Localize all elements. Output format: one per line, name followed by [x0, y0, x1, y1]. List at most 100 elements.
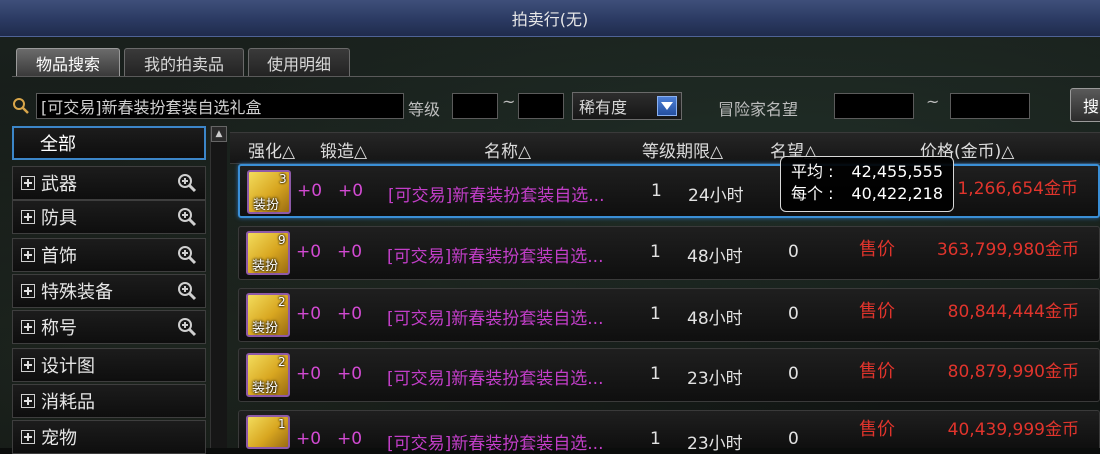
sidebar-item-pets[interactable]: 宠物 [12, 420, 206, 454]
table-row[interactable]: 9 装扮 +0 +0 [可交易]新春装扮套装自选... 1 48小时 0 售价 … [238, 226, 1100, 280]
cell-forge: +0 [338, 181, 364, 201]
level-max-input[interactable] [518, 93, 564, 119]
cell-forge: +0 [337, 304, 363, 324]
item-gift-box-icon: 9 装扮 [246, 231, 290, 275]
expand-plus-icon[interactable] [21, 358, 35, 372]
zoom-icon[interactable] [177, 281, 197, 301]
table-row[interactable]: 3 装扮 +0 +0 [可交易]新春装扮套装自选... 1 24小时 1,266… [238, 164, 1100, 218]
cell-name: [可交易]新春装扮套装自选... [388, 186, 605, 206]
sidebar-item-accessories[interactable]: 首饰 [12, 238, 206, 272]
sidebar-item-armor[interactable]: 防具 [12, 200, 206, 234]
cell-price: 80,844,444金币 [947, 302, 1079, 322]
cell-name: [可交易]新春装扮套装自选... [387, 309, 604, 329]
expand-plus-icon[interactable] [21, 210, 35, 224]
tab-label: 我的拍卖品 [143, 54, 224, 74]
cell-sell-label: 售价 [859, 301, 895, 322]
search-button-label: 搜 [1083, 97, 1100, 116]
fame-max-input[interactable] [950, 93, 1030, 119]
cell-fame: 0 [788, 242, 799, 262]
cell-time: 48小时 [687, 309, 743, 329]
tab-item-search[interactable]: 物品搜索 [16, 48, 120, 76]
item-gift-box-icon: 2 装扮 [246, 353, 290, 397]
search-icon [13, 98, 29, 114]
tab-label: 使用明细 [266, 54, 331, 74]
cell-price: 363,799,980金币 [936, 240, 1079, 260]
expand-plus-icon[interactable] [21, 248, 35, 262]
sidebar-item-label: 防具 [41, 208, 77, 229]
expand-plus-icon[interactable] [21, 394, 35, 408]
cell-enhance: +0 [296, 304, 322, 324]
sidebar-scrollbar[interactable]: ▲ [210, 126, 227, 448]
tab-usage-details[interactable]: 使用明细 [248, 48, 350, 76]
cell-time: 48小时 [687, 247, 743, 267]
cell-level: 1 [650, 304, 661, 324]
cell-fame: 0 [788, 304, 799, 324]
cell-forge: +0 [337, 242, 363, 262]
header-level-limit[interactable]: 等级期限△ [642, 137, 723, 162]
zoom-icon[interactable] [177, 245, 197, 265]
cell-name: [可交易]新春装扮套装自选... [387, 369, 604, 389]
sidebar-item-special-equipment[interactable]: 特殊装备 [12, 274, 206, 308]
cell-forge: +0 [337, 429, 363, 449]
rarity-dropdown-label: 稀有度 [579, 98, 628, 117]
scroll-up-icon[interactable]: ▲ [211, 126, 227, 142]
expand-plus-icon[interactable] [21, 284, 35, 298]
sidebar-item-all[interactable]: 全部 [12, 126, 206, 160]
expand-plus-icon[interactable] [21, 320, 35, 334]
tooltip-each-value: 40,422,218 [851, 184, 943, 203]
tab-label: 物品搜索 [35, 54, 100, 74]
level-min-input[interactable] [452, 93, 498, 119]
cell-name: [可交易]新春装扮套装自选... [387, 247, 604, 267]
cell-fame: 0 [788, 429, 799, 449]
item-count: 1 [278, 417, 286, 431]
sidebar-item-label: 消耗品 [41, 392, 95, 413]
table-row[interactable]: 1 +0 +0 [可交易]新春装扮套装自选... 1 23小时 0 售价 40,… [238, 410, 1100, 454]
tooltip-average-label: 平均 : [791, 162, 834, 181]
sidebar-item-blueprints[interactable]: 设计图 [12, 348, 206, 382]
fame-range-separator: ~ [926, 92, 940, 111]
header-forge[interactable]: 锻造△ [320, 137, 367, 162]
zoom-icon[interactable] [177, 317, 197, 337]
item-count: 2 [278, 295, 286, 309]
dropdown-arrow-icon[interactable] [657, 96, 677, 116]
sidebar-item-weapons[interactable]: 武器 [12, 166, 206, 200]
expand-plus-icon[interactable] [21, 176, 35, 190]
cell-sell-label: 售价 [859, 239, 895, 260]
sidebar-item-label: 首饰 [41, 246, 77, 267]
item-gift-box-icon: 3 装扮 [247, 170, 291, 214]
level-label: 等级 [408, 100, 441, 119]
zoom-icon[interactable] [177, 173, 197, 193]
expand-plus-icon[interactable] [21, 430, 35, 444]
cell-sell-label: 售价 [859, 361, 895, 382]
cell-price: 40,439,999金币 [947, 420, 1079, 440]
fame-min-input[interactable] [834, 93, 914, 119]
item-gift-box-icon: 2 装扮 [246, 293, 290, 337]
item-count: 2 [278, 355, 286, 369]
cell-price: 1,266,654金币 [957, 179, 1078, 199]
tooltip-average-value: 42,455,555 [851, 162, 943, 181]
rarity-dropdown[interactable]: 稀有度 [572, 92, 682, 120]
table-row[interactable]: 2 装扮 +0 +0 [可交易]新春装扮套装自选... 1 48小时 0 售价 … [238, 288, 1100, 342]
fame-label: 冒险家名望 [718, 100, 799, 119]
cell-level: 1 [650, 429, 661, 449]
item-tag: 装扮 [252, 381, 279, 396]
tooltip-average-line: 平均 : 42,455,555 [791, 161, 943, 183]
search-button[interactable]: 搜 [1070, 88, 1100, 122]
sidebar-item-consumables[interactable]: 消耗品 [12, 384, 206, 418]
item-gift-box-icon: 1 [246, 415, 290, 449]
header-name[interactable]: 名称△ [484, 137, 531, 162]
zoom-icon[interactable] [177, 207, 197, 227]
item-name-search-input[interactable] [36, 93, 404, 119]
level-range-separator: ~ [502, 92, 516, 111]
header-enhance[interactable]: 强化△ [248, 137, 295, 162]
tab-my-auctions[interactable]: 我的拍卖品 [124, 48, 244, 76]
category-sidebar: 全部 武器 防具 首饰 特殊装备 称号 设计图 消耗品 宠物 [12, 126, 208, 454]
cell-time: 24小时 [688, 186, 744, 206]
window-title-bar[interactable]: 拍卖行(无) [0, 0, 1100, 37]
tooltip-each-line: 每个 : 40,422,218 [791, 183, 943, 205]
item-tag: 装扮 [252, 321, 279, 336]
sidebar-item-titles[interactable]: 称号 [12, 310, 206, 344]
sidebar-item-label: 武器 [41, 174, 77, 195]
table-row[interactable]: 2 装扮 +0 +0 [可交易]新春装扮套装自选... 1 23小时 0 售价 … [238, 348, 1100, 402]
cell-level: 1 [650, 242, 661, 262]
